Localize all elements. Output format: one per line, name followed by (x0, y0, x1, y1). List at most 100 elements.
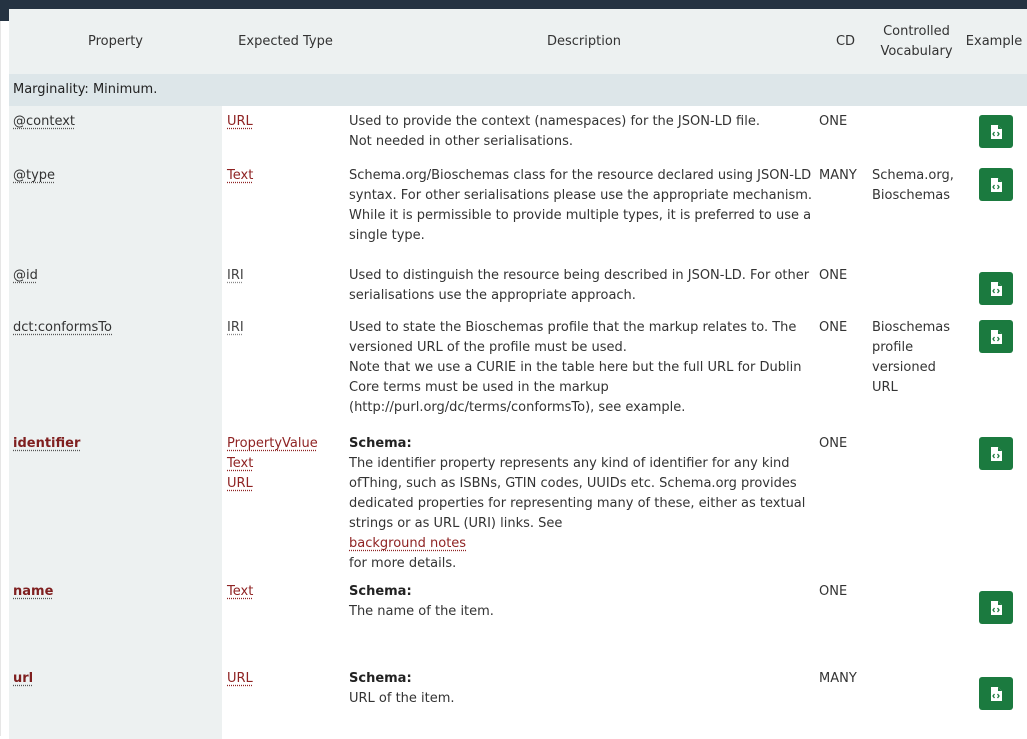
description-line: Not needed in other serialisations. (349, 132, 819, 152)
cardinality: ONE (819, 430, 872, 582)
example-button[interactable] (979, 320, 1013, 353)
type-link[interactable]: Text (227, 168, 253, 183)
cardinality: MANY (819, 162, 872, 258)
description: Used to state the Bioschemas profile tha… (349, 318, 819, 418)
description: Used to distinguish the resource being d… (349, 266, 819, 306)
header-description[interactable]: Description (349, 9, 819, 74)
section-row: Marginality: Minimum. (9, 74, 1027, 106)
type-link[interactable]: Text (227, 454, 349, 474)
cardinality: ONE (819, 106, 872, 162)
type-link[interactable]: URL (227, 114, 253, 129)
description-line: strings or as URL (URI) links. See backg… (349, 514, 819, 574)
description-line: While it is permissible to provide multi… (349, 206, 819, 226)
cardinality: ONE (819, 314, 872, 430)
vocabulary-line: URL (872, 378, 961, 398)
table-row: identifier PropertyValue Text URL Schema… (9, 430, 1027, 582)
cardinality: MANY (819, 669, 872, 739)
example-button[interactable] (979, 272, 1013, 305)
property-name[interactable]: @type (13, 168, 55, 183)
description-line: ofThing, such as ISBNs, GTIN codes, UUID… (349, 474, 819, 494)
vocabulary-line: profile (872, 338, 961, 358)
code-file-icon (990, 330, 1002, 344)
description: Schema: URL of the item. (349, 669, 819, 709)
description-line: Used to provide the context (namespaces)… (349, 112, 819, 132)
header-cv-line1: Controlled (872, 22, 961, 42)
example-button[interactable] (979, 168, 1013, 201)
cardinality: ONE (819, 258, 872, 314)
vocabulary-line: versioned (872, 358, 961, 378)
example-button[interactable] (979, 591, 1013, 624)
table-row: url URL Schema: URL of the item. MANY (9, 669, 1027, 739)
property-name[interactable]: identifier (13, 436, 80, 451)
description-text: strings or as URL (URI) links. See (349, 514, 819, 534)
description-line: The name of the item. (349, 602, 819, 622)
header-cd[interactable]: CD (819, 9, 872, 74)
description-heading: Schema: (349, 669, 819, 689)
type-link[interactable]: URL (227, 474, 349, 494)
table-row: name Text Schema: The name of the item. … (9, 582, 1027, 669)
description-line: Note that we use a CURIE in the table he… (349, 358, 819, 378)
description-line: Schema.org/Bioschemas class for the reso… (349, 166, 819, 186)
code-file-icon (990, 601, 1002, 615)
table-row: dct:conformsTo IRI Used to state the Bio… (9, 314, 1027, 430)
example-button[interactable] (979, 437, 1013, 470)
table-header-row: Property Expected Type Description CD Co… (9, 9, 1027, 74)
description-text: for more details. (349, 554, 819, 574)
description: Schema: The name of the item. (349, 582, 819, 622)
controlled-vocabulary (872, 430, 961, 582)
property-name[interactable]: @context (13, 114, 75, 129)
left-edge (0, 21, 1, 736)
properties-table: Property Expected Type Description CD Co… (9, 9, 1027, 739)
code-file-icon (990, 125, 1002, 139)
description-heading: Schema: (349, 582, 819, 602)
vocabulary-line: Bioschemas (872, 186, 961, 206)
description-line: (http://purl.org/dc/terms/conformsTo), s… (349, 398, 819, 418)
description-line: The identifier property represents any k… (349, 454, 819, 474)
code-file-icon (990, 687, 1002, 701)
description-line: URL of the item. (349, 689, 819, 709)
description-line: Used to distinguish the resource being d… (349, 266, 819, 286)
description-line: Used to state the Bioschemas profile tha… (349, 318, 819, 338)
type-label: IRI (227, 320, 244, 335)
table-row: @context URL Used to provide the context… (9, 106, 1027, 162)
description: Used to provide the context (namespaces)… (349, 112, 819, 152)
background-notes-link[interactable]: background notes (349, 534, 819, 554)
example-button[interactable] (979, 677, 1013, 710)
header-expected-type[interactable]: Expected Type (222, 9, 349, 74)
type-link[interactable]: PropertyValue (227, 434, 349, 454)
property-name[interactable]: url (13, 671, 33, 686)
property-name[interactable]: dct:conformsTo (13, 320, 112, 335)
header-cv-line2: Vocabulary (872, 42, 961, 62)
property-name[interactable]: name (13, 584, 53, 599)
type-label: IRI (227, 268, 244, 283)
description: Schema: The identifier property represen… (349, 434, 819, 574)
cardinality: ONE (819, 582, 872, 669)
controlled-vocabulary (872, 106, 961, 162)
example-button[interactable] (979, 115, 1013, 148)
table-row: @type Text Schema.org/Bioschemas class f… (9, 162, 1027, 258)
window-corner (0, 9, 9, 21)
description-heading: Schema: (349, 434, 819, 454)
type-link[interactable]: URL (227, 671, 253, 686)
code-file-icon (990, 282, 1002, 296)
property-name[interactable]: @id (13, 268, 38, 283)
description-line: dedicated properties for representing ma… (349, 494, 819, 514)
vocabulary-line: Schema.org, (872, 166, 961, 186)
header-example[interactable]: Example (961, 9, 1027, 74)
controlled-vocabulary (872, 669, 961, 739)
code-file-icon (990, 178, 1002, 192)
description: Schema.org/Bioschemas class for the reso… (349, 166, 819, 246)
header-property[interactable]: Property (9, 9, 222, 74)
header-controlled-vocabulary[interactable]: Controlled Vocabulary (872, 9, 961, 74)
description-line: Core terms must be used in the markup (349, 378, 819, 398)
controlled-vocabulary (872, 582, 961, 669)
description-line: syntax. For other serialisations please … (349, 186, 819, 206)
code-file-icon (990, 447, 1002, 461)
description-line: single type. (349, 226, 819, 246)
description-line: versioned URL of the profile must be use… (349, 338, 819, 358)
description-line: serialisations use the appropriate appro… (349, 286, 819, 306)
top-bar (0, 0, 1027, 9)
type-link[interactable]: Text (227, 584, 253, 599)
vocabulary-line: Bioschemas (872, 318, 961, 338)
table-row: @id IRI Used to distinguish the resource… (9, 258, 1027, 314)
